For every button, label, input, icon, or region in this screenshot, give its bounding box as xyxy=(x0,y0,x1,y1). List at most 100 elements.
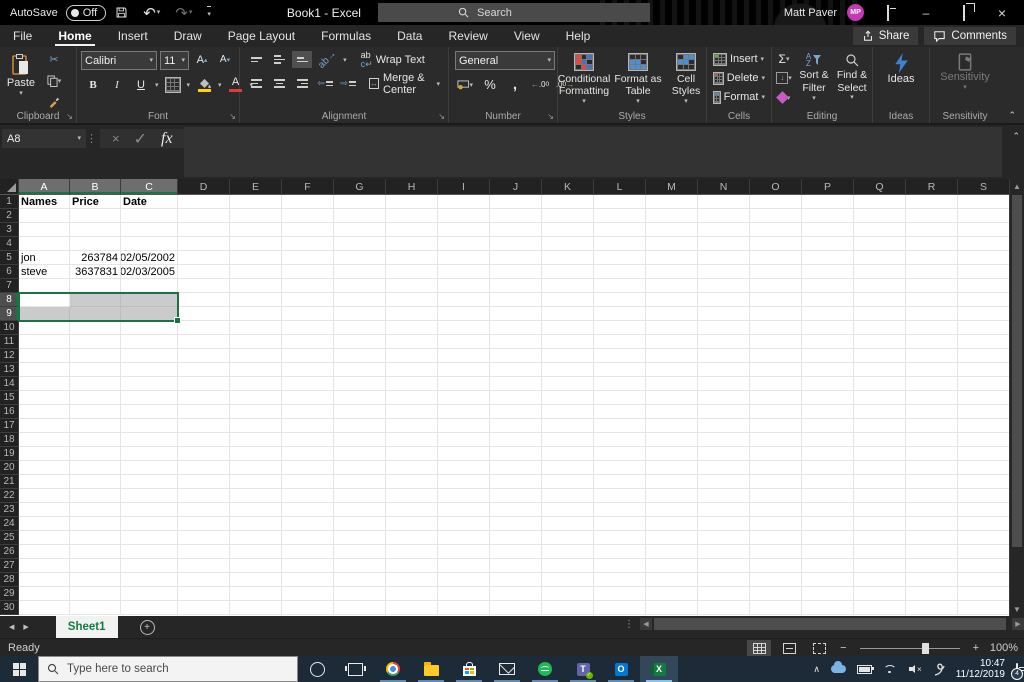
cell-Q18[interactable] xyxy=(854,433,906,447)
cell-I23[interactable] xyxy=(438,503,490,517)
cell-C30[interactable] xyxy=(121,601,178,615)
cell-R5[interactable] xyxy=(906,251,958,265)
cell-D30[interactable] xyxy=(178,601,230,615)
cell-E15[interactable] xyxy=(230,391,282,405)
cell-B11[interactable] xyxy=(70,335,121,349)
cell-A25[interactable] xyxy=(19,531,70,545)
cell-I19[interactable] xyxy=(438,447,490,461)
cell-J6[interactable] xyxy=(490,265,542,279)
cell-F9[interactable] xyxy=(282,307,334,321)
cell-D26[interactable] xyxy=(178,545,230,559)
cell-B22[interactable] xyxy=(70,489,121,503)
cell-A30[interactable] xyxy=(19,601,70,615)
cell-J9[interactable] xyxy=(490,307,542,321)
number-dialog-launcher[interactable]: ↘ xyxy=(547,112,554,121)
cell-A20[interactable] xyxy=(19,461,70,475)
cell-C10[interactable] xyxy=(121,321,178,335)
cell-F1[interactable] xyxy=(282,195,334,209)
cell-D4[interactable] xyxy=(178,237,230,251)
cell-F6[interactable] xyxy=(282,265,334,279)
cell-J13[interactable] xyxy=(490,363,542,377)
start-button[interactable] xyxy=(0,656,38,682)
cell-L2[interactable] xyxy=(594,209,646,223)
underline-dropdown[interactable]: ▾ xyxy=(155,81,159,89)
cell-H8[interactable] xyxy=(386,293,438,307)
cell-I7[interactable] xyxy=(438,279,490,293)
cell-S14[interactable] xyxy=(958,377,1010,391)
cell-R28[interactable] xyxy=(906,573,958,587)
grow-font-button[interactable]: A▴ xyxy=(192,51,212,68)
vertical-scroll-thumb[interactable] xyxy=(1012,195,1022,547)
cell-G1[interactable] xyxy=(334,195,386,209)
cell-N18[interactable] xyxy=(698,433,750,447)
cell-H7[interactable] xyxy=(386,279,438,293)
cell-I2[interactable] xyxy=(438,209,490,223)
row-header-3[interactable]: 3 xyxy=(0,223,19,237)
row-header-1[interactable]: 1 xyxy=(0,195,19,209)
cell-L24[interactable] xyxy=(594,517,646,531)
cell-B14[interactable] xyxy=(70,377,121,391)
cell-E17[interactable] xyxy=(230,419,282,433)
cell-B6[interactable]: 3637831 xyxy=(70,265,121,279)
cell-L26[interactable] xyxy=(594,545,646,559)
cell-A14[interactable] xyxy=(19,377,70,391)
cell-Q2[interactable] xyxy=(854,209,906,223)
cell-M8[interactable] xyxy=(646,293,698,307)
cell-F12[interactable] xyxy=(282,349,334,363)
cell-J4[interactable] xyxy=(490,237,542,251)
user-name[interactable]: Matt Paver xyxy=(784,7,837,19)
cell-C21[interactable] xyxy=(121,475,178,489)
format-as-table-button[interactable]: Format as Table▾ xyxy=(614,50,662,106)
save-button[interactable] xyxy=(109,6,134,19)
cell-H5[interactable] xyxy=(386,251,438,265)
ideas-button[interactable]: Ideas xyxy=(873,50,929,86)
cell-R30[interactable] xyxy=(906,601,958,615)
cell-M27[interactable] xyxy=(646,559,698,573)
cell-H2[interactable] xyxy=(386,209,438,223)
cell-O9[interactable] xyxy=(750,307,802,321)
cell-N13[interactable] xyxy=(698,363,750,377)
column-header-B[interactable]: B xyxy=(70,179,121,195)
borders-button[interactable] xyxy=(163,76,183,93)
row-header-2[interactable]: 2 xyxy=(0,209,19,223)
cell-E19[interactable] xyxy=(230,447,282,461)
cell-R21[interactable] xyxy=(906,475,958,489)
cell-J20[interactable] xyxy=(490,461,542,475)
cell-O1[interactable] xyxy=(750,195,802,209)
cell-G19[interactable] xyxy=(334,447,386,461)
cell-G15[interactable] xyxy=(334,391,386,405)
cell-H9[interactable] xyxy=(386,307,438,321)
cell-G12[interactable] xyxy=(334,349,386,363)
cell-O10[interactable] xyxy=(750,321,802,335)
cell-J22[interactable] xyxy=(490,489,542,503)
align-right-button[interactable] xyxy=(292,75,312,92)
cell-C23[interactable] xyxy=(121,503,178,517)
cell-E22[interactable] xyxy=(230,489,282,503)
customize-quick-access-button[interactable]: ▾ xyxy=(201,6,217,19)
cell-I27[interactable] xyxy=(438,559,490,573)
cell-K3[interactable] xyxy=(542,223,594,237)
cell-B18[interactable] xyxy=(70,433,121,447)
cell-E28[interactable] xyxy=(230,573,282,587)
cell-S28[interactable] xyxy=(958,573,1010,587)
cell-O18[interactable] xyxy=(750,433,802,447)
cell-D29[interactable] xyxy=(178,587,230,601)
name-box[interactable]: A8 ▾ xyxy=(2,129,86,148)
cell-N12[interactable] xyxy=(698,349,750,363)
cell-F8[interactable] xyxy=(282,293,334,307)
cell-F19[interactable] xyxy=(282,447,334,461)
cell-Q28[interactable] xyxy=(854,573,906,587)
cell-M26[interactable] xyxy=(646,545,698,559)
cell-K22[interactable] xyxy=(542,489,594,503)
cell-E10[interactable] xyxy=(230,321,282,335)
cell-Q8[interactable] xyxy=(854,293,906,307)
cell-Q15[interactable] xyxy=(854,391,906,405)
cell-F26[interactable] xyxy=(282,545,334,559)
formula-bar-collapse-button[interactable]: ⌃ xyxy=(1012,131,1020,142)
cell-C14[interactable] xyxy=(121,377,178,391)
cell-C15[interactable] xyxy=(121,391,178,405)
orientation-button[interactable]: ab→ xyxy=(315,51,340,68)
cell-O2[interactable] xyxy=(750,209,802,223)
cell-F18[interactable] xyxy=(282,433,334,447)
alignment-dialog-launcher[interactable]: ↘ xyxy=(438,112,445,121)
